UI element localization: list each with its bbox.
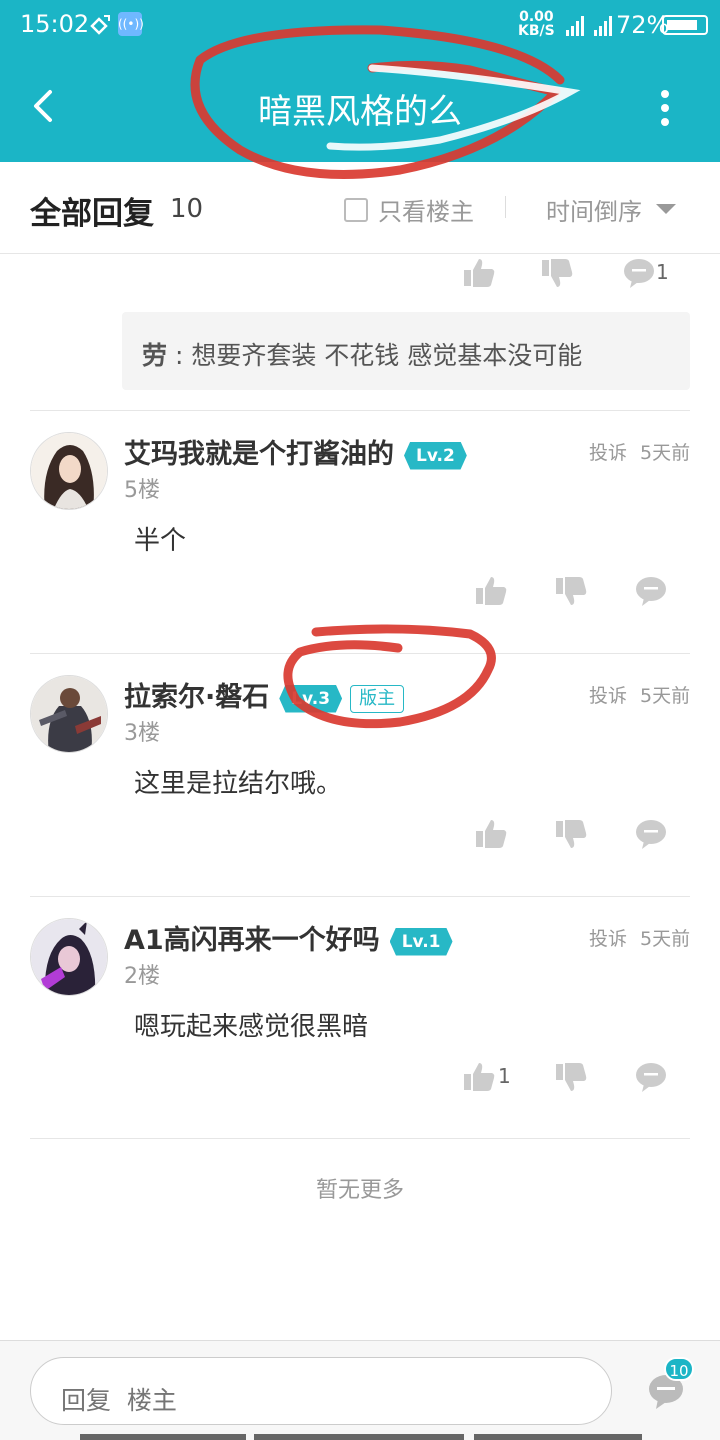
like-count: 1 — [498, 1064, 511, 1088]
divider — [30, 1138, 690, 1139]
sub-reply-author: 劳 — [142, 341, 168, 370]
divider — [505, 196, 506, 218]
divider — [30, 653, 690, 654]
comment-count: 1 — [656, 260, 669, 284]
post-actions — [0, 574, 720, 614]
level-badge: Lv.3 — [279, 684, 343, 713]
level-badge: Lv.1 — [389, 927, 453, 956]
report-link[interactable]: 投诉 — [589, 438, 627, 465]
comment-badge: 10 — [664, 1357, 694, 1381]
hotspot-icon: ((•)) — [118, 12, 144, 36]
report-link[interactable]: 投诉 — [589, 681, 627, 708]
page-title: 暗黑风格的么 — [258, 92, 462, 132]
divider — [30, 896, 690, 897]
divider — [30, 410, 690, 411]
floor-label: 5楼 — [124, 478, 160, 503]
avatar[interactable] — [30, 675, 108, 753]
post-text: 半个 — [134, 526, 187, 556]
checkbox-icon[interactable] — [344, 197, 368, 222]
top-bar: 暗黑风格的么 — [0, 52, 720, 162]
thumb-down-icon[interactable] — [554, 817, 588, 851]
floor-label: 3楼 — [124, 721, 160, 746]
username-text: A1高闪再来一个好吗 — [124, 925, 380, 956]
battery-icon — [662, 15, 708, 35]
post-text: 嗯玩起来感觉很黑暗 — [134, 1012, 369, 1042]
signal-4g-icon — [566, 16, 584, 36]
status-bar: 15:02 ((•)) 0.00 KB/S 72% — [0, 0, 720, 52]
net-speed: 0.00 KB/S — [518, 9, 555, 39]
thumb-up-icon[interactable] — [462, 1060, 496, 1094]
report-link[interactable]: 投诉 — [589, 924, 627, 951]
comment-icon[interactable] — [634, 1060, 668, 1094]
signal-g-icon — [594, 16, 612, 36]
moderator-badge: 版主 — [350, 684, 405, 713]
comment-icon[interactable] — [634, 574, 668, 608]
username[interactable]: 艾玛我就是个打酱油的 Lv.2 — [124, 432, 467, 471]
status-time: 15:02 — [20, 10, 90, 38]
username[interactable]: A1高闪再来一个好吗 Lv.1 — [124, 918, 453, 957]
caret-down-icon[interactable] — [656, 204, 676, 214]
no-more-label: 暂无更多 — [315, 1178, 404, 1203]
more-icon[interactable] — [650, 86, 680, 130]
sub-reply-text: 想要齐套装 不花钱 感觉基本没可能 — [191, 341, 583, 370]
only-op-label: 只看楼主 — [378, 198, 474, 226]
bottom-bar: 10 — [0, 1340, 720, 1440]
rotate-icon — [90, 15, 110, 35]
username-text: 拉索尔·磐石 — [124, 682, 270, 713]
avatar[interactable] — [30, 432, 108, 510]
post-time: 5天前 — [640, 928, 691, 950]
post-actions: 1 — [0, 1060, 720, 1100]
comment-icon[interactable] — [634, 817, 668, 851]
sub-reply-separator: : — [167, 341, 192, 370]
post-time: 5天前 — [640, 685, 691, 707]
only-op-toggle[interactable]: 只看楼主 — [344, 192, 474, 227]
floor-label: 2楼 — [124, 964, 160, 989]
sub-reply[interactable]: 劳 : 想要齐套装 不花钱 感觉基本没可能 — [122, 312, 690, 390]
sort-dropdown[interactable]: 时间倒序 — [546, 192, 642, 227]
thumb-up-icon[interactable] — [462, 256, 496, 290]
thumb-up-icon[interactable] — [474, 817, 508, 851]
post-time: 5天前 — [640, 442, 691, 464]
thumb-down-icon[interactable] — [554, 574, 588, 608]
reply-count: 10 — [170, 194, 204, 224]
avatar[interactable] — [30, 918, 108, 996]
reply-input[interactable] — [30, 1357, 612, 1425]
post-actions — [0, 817, 720, 857]
nav-stub — [474, 1434, 642, 1440]
thumb-down-icon[interactable] — [540, 256, 574, 290]
level-badge: Lv.2 — [404, 441, 467, 470]
comment-icon[interactable] — [622, 256, 656, 290]
nav-stub — [80, 1434, 246, 1440]
thumb-down-icon[interactable] — [554, 1060, 588, 1094]
post-actions: 1 — [0, 256, 720, 296]
thumb-up-icon[interactable] — [474, 574, 508, 608]
all-replies-label: 全部回复 — [30, 196, 154, 232]
nav-stub — [254, 1434, 464, 1440]
post-text: 这里是拉结尔哦。 — [134, 769, 343, 799]
filter-bar: 全部回复 10 只看楼主 时间倒序 — [0, 162, 720, 254]
username[interactable]: 拉索尔·磐石 Lv.3 版主 — [124, 675, 405, 714]
username-text: 艾玛我就是个打酱油的 — [124, 439, 394, 470]
